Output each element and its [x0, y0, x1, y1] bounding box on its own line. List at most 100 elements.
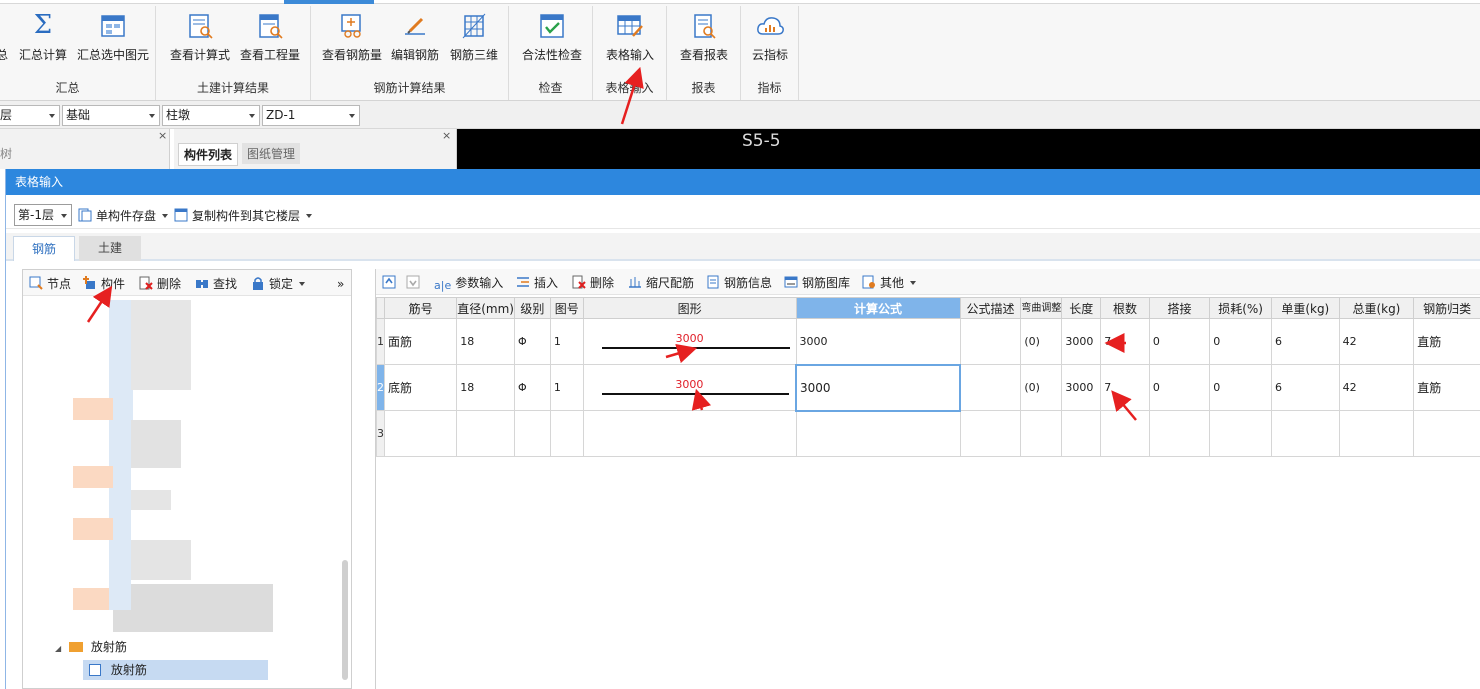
rebar-library-button[interactable]: 钢筋图库	[784, 274, 850, 292]
cell-grade[interactable]: Φ	[514, 364, 551, 411]
tab-rebar[interactable]: 钢筋	[13, 236, 75, 261]
cad-canvas[interactable]	[457, 129, 1480, 169]
other-button[interactable]: 其他	[862, 274, 917, 292]
tab-drawing-management[interactable]: 图纸管理	[242, 143, 301, 164]
add-component-button[interactable]: 构件	[83, 275, 125, 293]
cell-length[interactable]: 3000	[1061, 364, 1102, 411]
cell-formula-desc[interactable]	[959, 318, 1022, 365]
rebar-3d-button[interactable]: 钢筋三维	[445, 10, 503, 70]
col-header-total-weight[interactable]: 总重(kg)	[1338, 297, 1415, 319]
copy-to-floors-button[interactable]: 复制构件到其它楼层	[174, 207, 313, 225]
col-header-length[interactable]: 长度	[1061, 297, 1102, 319]
tree-delete-button[interactable]: 删除	[139, 275, 181, 293]
cell-unit-weight[interactable]: 6	[1270, 318, 1340, 365]
tree-folder-radial[interactable]: ◢ 放射筋	[55, 637, 127, 657]
rebar-info-button[interactable]: 钢筋信息	[706, 274, 772, 292]
view-report-button[interactable]: 查看报表	[675, 10, 733, 70]
cell-shape[interactable]: 3000	[582, 364, 797, 411]
cell-bend-adjust[interactable]: (0)	[1020, 318, 1063, 365]
add-node-button[interactable]: 节点	[29, 275, 71, 293]
cell-lap[interactable]: 0	[1148, 318, 1211, 365]
floor-select[interactable]: 第-1层	[14, 204, 72, 226]
tab-component-list[interactable]: 构件列表	[178, 143, 239, 166]
cell-lap[interactable]	[1148, 410, 1211, 457]
cell-unit-weight[interactable]: 6	[1270, 364, 1340, 411]
cell-grade[interactable]	[514, 410, 551, 457]
param-input-button[interactable]: a|e 参数输入	[434, 274, 503, 292]
row-number[interactable]: 2	[376, 364, 385, 411]
insert-button[interactable]: 插入	[516, 274, 558, 292]
cell-count[interactable]	[1100, 410, 1150, 457]
scale-rebar-button[interactable]: 缩尺配筋	[628, 274, 694, 292]
cell-bend-adjust[interactable]: (0)	[1020, 364, 1063, 411]
col-header-count[interactable]: 根数	[1100, 297, 1150, 319]
col-header-diameter[interactable]: 直径(mm)	[456, 297, 515, 319]
table-row[interactable]: 3	[376, 410, 1480, 457]
cell-diameter[interactable]	[456, 410, 515, 457]
close-icon[interactable]: ×	[442, 129, 451, 142]
col-header-formula[interactable]: 计算公式	[795, 297, 961, 319]
cell-category[interactable]: 直筋	[1413, 364, 1480, 411]
cell-bend-adjust[interactable]	[1020, 410, 1063, 457]
save-single-component-button[interactable]: 单构件存盘	[78, 207, 169, 225]
row-number[interactable]: 1	[376, 318, 385, 365]
cell-figure-no[interactable]: 1	[549, 364, 584, 411]
component-name-select[interactable]: ZD-1	[262, 105, 360, 126]
view-rebar-button[interactable]: 查看钢筋量	[319, 10, 385, 70]
cell-figure-no[interactable]: 1	[549, 318, 584, 365]
cell-diameter[interactable]: 18	[456, 318, 515, 365]
cell-length[interactable]	[1061, 410, 1102, 457]
col-header-lap[interactable]: 搭接	[1148, 297, 1211, 319]
cell-shape[interactable]	[582, 410, 797, 457]
col-header-figure-no[interactable]: 图号	[549, 297, 584, 319]
component-type-select[interactable]: 柱墩	[162, 105, 260, 126]
view-quantity-button[interactable]: 查看工程量	[238, 10, 302, 70]
table-input-button[interactable]: 表格输入	[599, 10, 661, 70]
cloud-index-button[interactable]: 云指标	[745, 10, 795, 70]
summary-button[interactable]: 总	[0, 10, 8, 70]
row-number[interactable]: 3	[376, 410, 385, 457]
tree-scrollbar[interactable]	[342, 560, 348, 680]
find-button[interactable]: 查找	[195, 275, 237, 293]
tree-item-radial[interactable]: 放射筋	[89, 660, 147, 680]
col-header-formula-desc[interactable]: 公式描述	[959, 297, 1022, 319]
cell-bar-no[interactable]	[383, 410, 458, 457]
move-down-button[interactable]	[406, 274, 424, 292]
cell-total-weight[interactable]: 42	[1338, 318, 1415, 365]
validity-check-button[interactable]: 合法性检查	[517, 10, 587, 70]
lock-button[interactable]: 锁定	[251, 275, 306, 293]
cell-loss[interactable]: 0	[1209, 318, 1272, 365]
cell-category[interactable]	[1413, 410, 1480, 457]
cell-total-weight[interactable]	[1338, 410, 1415, 457]
cell-grade[interactable]: Φ	[514, 318, 551, 365]
cell-bar-no[interactable]: 面筋	[383, 318, 458, 365]
cell-count[interactable]: 7	[1100, 364, 1150, 411]
col-header-bar-no[interactable]: 筋号	[383, 297, 458, 319]
cell-formula[interactable]	[795, 410, 961, 457]
col-header-shape[interactable]: 图形	[582, 297, 797, 319]
cell-loss[interactable]: 0	[1209, 364, 1272, 411]
category-select[interactable]: 基础	[62, 105, 160, 126]
col-header-unit-weight[interactable]: 单重(kg)	[1270, 297, 1340, 319]
cell-formula-editing[interactable]: 3000	[795, 363, 962, 412]
cell-length[interactable]: 3000	[1061, 318, 1102, 365]
summary-selected-button[interactable]: 汇总选中图元	[74, 10, 152, 70]
cell-count[interactable]: 7	[1100, 318, 1150, 365]
cell-shape[interactable]: 3000	[582, 318, 797, 365]
cell-category[interactable]: 直筋	[1413, 318, 1480, 365]
cell-total-weight[interactable]: 42	[1338, 364, 1415, 411]
col-header-category[interactable]: 钢筋归类	[1413, 297, 1480, 319]
cell-formula[interactable]: 3000	[795, 318, 961, 365]
close-icon[interactable]: ×	[158, 129, 167, 142]
cell-loss[interactable]	[1209, 410, 1272, 457]
col-header-loss[interactable]: 损耗(%)	[1209, 297, 1272, 319]
move-up-button[interactable]	[382, 274, 400, 292]
cell-diameter[interactable]: 18	[456, 364, 515, 411]
edit-rebar-button[interactable]: 编辑钢筋	[387, 10, 443, 70]
cell-bar-no[interactable]: 底筋	[383, 364, 458, 411]
view-formula-button[interactable]: 查看计算式	[168, 10, 232, 70]
cell-formula-desc[interactable]	[959, 364, 1022, 411]
summary-calc-button[interactable]: Σ 汇总计算	[16, 10, 70, 70]
cell-formula-desc[interactable]	[959, 410, 1022, 457]
tab-civil[interactable]: 土建	[79, 236, 141, 261]
